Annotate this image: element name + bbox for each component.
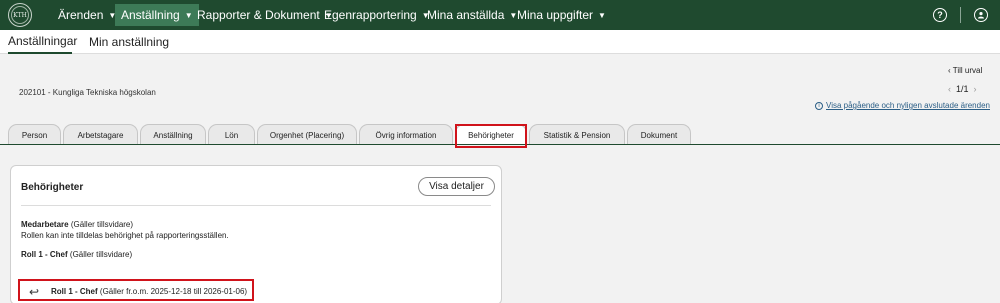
visa-arenden-link[interactable]: i Visa pågående och nyligen avslutade äre… [815,101,990,110]
medarbetare-validity: (Gäller tillsvidare) [70,220,134,229]
nav-arenden-label: Ärenden [58,8,104,22]
top-navigation: KTH Ärenden ▼ Anställning ▼ Rapporter & Do… [0,0,1000,30]
tab-lon[interactable]: Lön [208,124,255,145]
nav-egenrapportering[interactable]: Egenrapportering ▼ [318,4,436,26]
nav-mina-anstallda-label: Mina anställda [427,8,505,22]
medarbetare-line: Medarbetare (Gäller tillsvidare) [21,220,133,229]
visa-arenden-label: Visa pågående och nyligen avslutade ären… [826,101,990,110]
subtab-anstallningar[interactable]: Anställningar [8,30,77,54]
sub-navigation: Anställningar Min anställning [0,30,1000,54]
user-icon[interactable] [974,8,988,22]
nav-arenden[interactable]: Ärenden ▼ [52,4,122,26]
visa-detaljer-button[interactable]: Visa detaljer [418,177,495,196]
tab-anstallning[interactable]: Anställning [140,124,206,145]
tab-person[interactable]: Person [8,124,61,145]
medarbetare-note: Rollen kan inte tilldelas behörighet på … [21,231,229,240]
next-page-icon[interactable]: › [971,84,977,94]
nav-anstallning-label: Anställning [121,8,180,22]
nav-anstallning[interactable]: Anställning ▼ [115,4,199,26]
nav-rapporter[interactable]: Rapporter & Dokument ▼ [191,4,339,26]
till-urval-link[interactable]: ‹ Till urval [948,66,982,75]
prev-page-icon[interactable]: ‹ [948,84,954,94]
behorigheter-card: Behörigheter Visa detaljer Medarbetare (… [10,165,502,303]
tab-ovrig-information[interactable]: Övrig information [359,124,453,145]
tabs-baseline [0,144,1000,145]
subtab-min-anstallning[interactable]: Min anställning [89,30,169,54]
roll1-history-role: Roll 1 - Chef [51,287,98,296]
kth-logo[interactable]: KTH [8,3,32,27]
roll1-history-validity: (Gäller fr.o.m. 2025-12-18 till 2026-01-… [99,287,248,296]
nav-mina-uppgifter[interactable]: Mina uppgifter ▼ [511,4,612,26]
card-title: Behörigheter [21,182,84,193]
roll1-history-line: Roll 1 - Chef (Gäller fr.o.m. 2025-12-18… [51,287,247,296]
roll1-validity: (Gäller tillsvidare) [69,250,133,259]
nav-rapporter-label: Rapporter & Dokument [197,8,320,22]
tab-dokument[interactable]: Dokument [627,124,691,145]
tab-orgenhet[interactable]: Orgenhet (Placering) [257,124,357,145]
card-divider [21,205,491,206]
tab-arbetstagare[interactable]: Arbetstagare [63,124,138,145]
nav-divider [960,7,961,23]
chevron-down-icon: ▼ [598,10,606,20]
info-icon: i [815,101,823,110]
till-urval-label: Till urval [952,66,983,75]
pager-count: 1/1 [956,84,969,94]
help-icon[interactable]: ? [933,8,947,22]
tab-statistik-pension[interactable]: Statistik & Pension [529,124,625,145]
medarbetare-role: Medarbetare [21,220,69,229]
tab-behorigheter[interactable]: Behörigheter [455,124,527,145]
nav-mina-anstallda[interactable]: Mina anställda ▼ [421,4,523,26]
nav-egenrapportering-label: Egenrapportering [324,8,417,22]
pager: ‹ 1/1 › [948,84,977,94]
return-arrow-icon: ↩ [29,285,40,299]
roll1-role: Roll 1 - Chef [21,250,68,259]
organisation-label: 202101 - Kungliga Tekniska högskolan [19,88,156,97]
nav-mina-uppgifter-label: Mina uppgifter [517,8,594,22]
roll1-line: Roll 1 - Chef (Gäller tillsvidare) [21,250,132,259]
person-glyph [978,12,984,19]
